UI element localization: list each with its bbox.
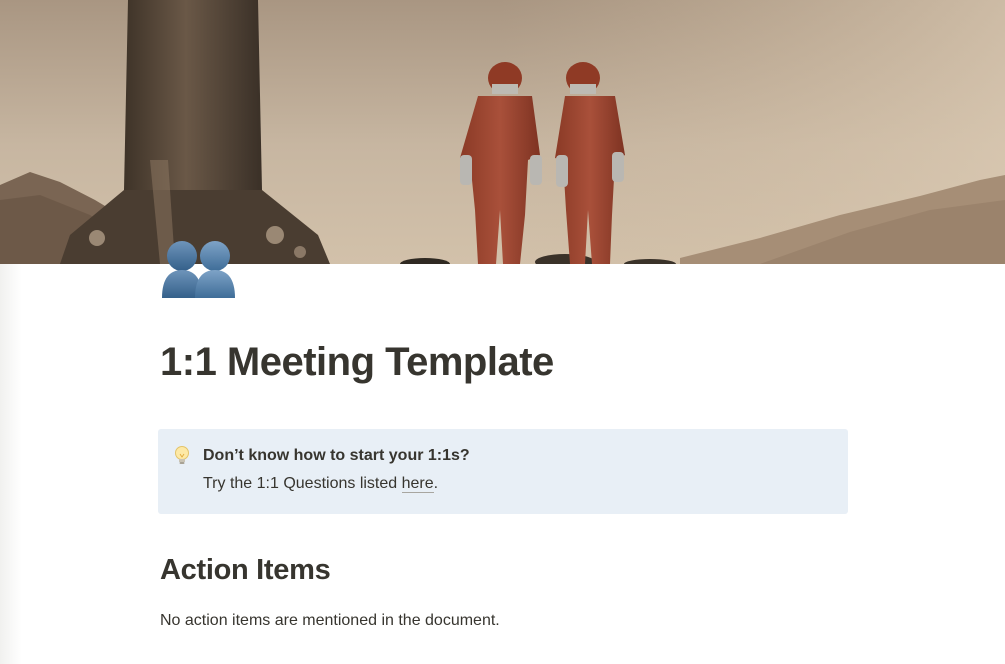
action-items-heading[interactable]: Action Items bbox=[160, 554, 331, 587]
questions-link[interactable]: here bbox=[401, 475, 434, 493]
callout-text: Try the 1:1 Questions listed here. bbox=[203, 475, 438, 493]
page-title[interactable]: 1:1 Meeting Template bbox=[160, 338, 554, 386]
callout-text-suffix: . bbox=[433, 475, 439, 492]
page-cover-image[interactable] bbox=[0, 0, 1005, 264]
callout-heading: Don’t know how to start your 1:1s? bbox=[203, 447, 470, 464]
cover-illustration bbox=[0, 0, 1005, 264]
callout-text-prefix: Try the 1:1 Questions listed bbox=[203, 475, 402, 492]
two-people-silhouette-icon[interactable] bbox=[160, 234, 240, 302]
action-items-text[interactable]: No action items are mentioned in the doc… bbox=[160, 612, 500, 630]
page-left-shade bbox=[0, 264, 22, 664]
lightbulb-icon[interactable] bbox=[172, 445, 192, 467]
callout-block[interactable]: Don’t know how to start your 1:1s? Try t… bbox=[158, 429, 848, 514]
